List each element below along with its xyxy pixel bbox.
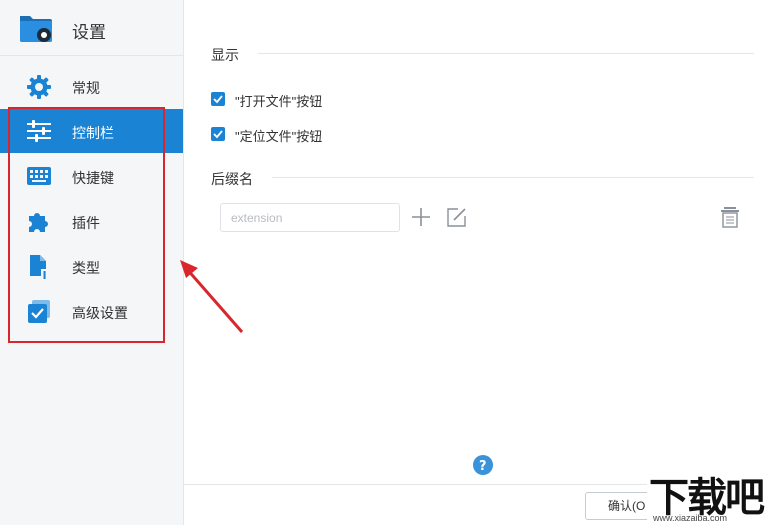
- extension-input[interactable]: [220, 203, 400, 232]
- sidebar-item-label: 类型: [72, 260, 100, 276]
- sliders-icon: [26, 119, 52, 143]
- watermark: 下载吧 www.xiazaiba.com: [647, 465, 784, 525]
- sidebar: 设置 常规 控制栏 快捷键 插件 I 类型 高级设置: [0, 0, 184, 525]
- keyboard-icon: [26, 164, 52, 188]
- puzzle-icon: [26, 209, 52, 233]
- gear-icon: [26, 74, 52, 99]
- sidebar-item-label: 插件: [72, 215, 100, 231]
- sidebar-item-types[interactable]: I 类型: [0, 244, 183, 288]
- sidebar-header: 设置: [0, 0, 183, 56]
- file-type-icon: I: [26, 254, 52, 282]
- section-divider: [272, 177, 754, 178]
- svg-text:?: ?: [479, 459, 487, 474]
- sidebar-item-label: 高级设置: [72, 305, 128, 321]
- sidebar-item-advanced[interactable]: 高级设置: [0, 289, 183, 333]
- watermark-url: www.xiazaiba.com: [653, 513, 728, 523]
- locate-file-button-option[interactable]: "定位文件"按钮: [211, 126, 351, 144]
- open-file-button-option[interactable]: "打开文件"按钮: [211, 91, 351, 109]
- annotation-arrow-icon: [170, 252, 250, 342]
- checkbox-checked-icon[interactable]: [211, 92, 225, 106]
- delete-icon[interactable]: [719, 206, 741, 233]
- sidebar-item-label: 常规: [72, 80, 100, 96]
- edit-icon[interactable]: [446, 206, 468, 233]
- app-title: 设置: [72, 23, 106, 42]
- app-logo-icon: [18, 10, 54, 49]
- help-icon[interactable]: ?: [473, 455, 493, 480]
- add-icon[interactable]: [410, 206, 432, 233]
- option-label: "打开文件"按钮: [235, 94, 323, 109]
- display-section-title: 显示: [211, 45, 247, 65]
- svg-text:I: I: [43, 269, 47, 280]
- sidebar-item-label: 控制栏: [72, 125, 114, 141]
- checkbox-icon: [26, 299, 52, 323]
- section-divider: [258, 53, 754, 54]
- option-label: "定位文件"按钮: [235, 129, 323, 144]
- sidebar-item-plugins[interactable]: 插件: [0, 199, 183, 243]
- sidebar-item-general[interactable]: 常规: [0, 64, 183, 108]
- sidebar-item-shortcuts[interactable]: 快捷键: [0, 154, 183, 198]
- suffix-section-title: 后缀名: [211, 169, 261, 189]
- checkbox-checked-icon[interactable]: [211, 127, 225, 141]
- sidebar-item-label: 快捷键: [72, 170, 114, 186]
- sidebar-item-control-bar[interactable]: 控制栏: [0, 109, 183, 153]
